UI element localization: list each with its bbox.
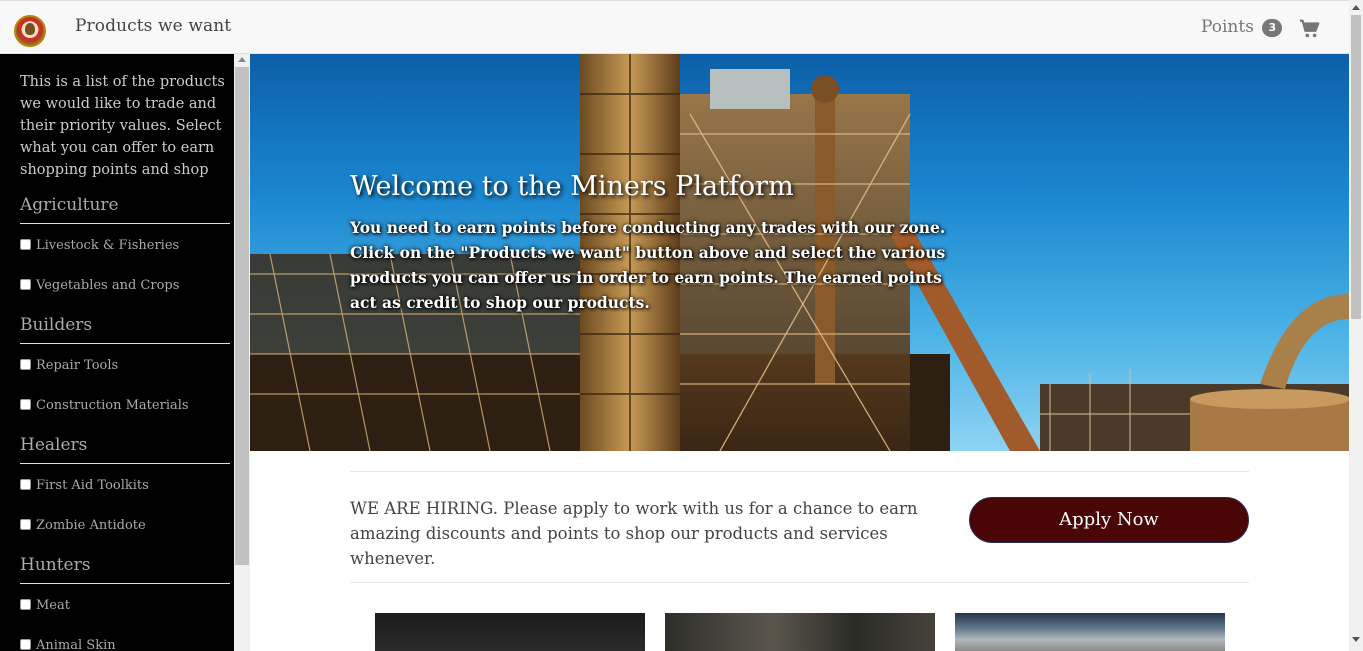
products-we-want-link[interactable]: Products we want	[75, 16, 231, 36]
option-repair-tools[interactable]: Repair Tools	[20, 358, 118, 373]
checkbox[interactable]	[20, 359, 31, 370]
option-meat[interactable]: Meat	[20, 598, 70, 613]
checkbox[interactable]	[20, 479, 31, 490]
hero-description: You need to earn points before conductin…	[350, 218, 946, 312]
divider-top	[350, 471, 1249, 472]
product-image-2[interactable]	[665, 613, 935, 651]
checkbox[interactable]	[20, 399, 31, 410]
sidebar-scrollbar[interactable]	[234, 54, 250, 651]
option-zombie-antidote[interactable]: Zombie Antidote	[20, 518, 146, 533]
divider-bottom	[350, 582, 1249, 583]
sidebar-scrollbar-thumb[interactable]	[235, 67, 249, 565]
hero-title: Welcome to the Miners Platform	[350, 171, 794, 202]
product-image-1[interactable]	[375, 613, 645, 651]
category-healers: Healers	[20, 435, 230, 464]
sidebar: This is a list of the products we would …	[0, 54, 234, 651]
miner-logo-icon[interactable]	[14, 15, 46, 47]
hero-banner: Welcome to the Miners Platform You need …	[250, 54, 1349, 451]
checkbox[interactable]	[20, 599, 31, 610]
option-animal-skin[interactable]: Animal Skin	[20, 638, 116, 651]
category-agriculture: Agriculture	[20, 195, 230, 224]
checkbox[interactable]	[20, 519, 31, 530]
sidebar-intro-text: This is a list of the products we would …	[20, 74, 225, 178]
product-image-3[interactable]	[955, 613, 1225, 651]
shopping-cart-icon[interactable]	[1299, 18, 1321, 40]
option-vegetables-crops[interactable]: Vegetables and Crops	[20, 278, 179, 293]
scroll-up-arrow-icon[interactable]	[238, 57, 246, 62]
scroll-up-arrow-icon[interactable]	[1352, 5, 1360, 10]
checkbox[interactable]	[20, 239, 31, 250]
category-builders: Builders	[20, 315, 230, 344]
points-badge: 3	[1262, 19, 1283, 37]
top-navbar: Products we want Points 3	[0, 0, 1349, 54]
checkbox[interactable]	[20, 639, 31, 650]
points-link[interactable]: Points 3	[1201, 17, 1283, 37]
option-livestock-fisheries[interactable]: Livestock & Fisheries	[20, 238, 179, 253]
page-scrollbar[interactable]	[1349, 0, 1363, 651]
apply-now-button[interactable]: Apply Now	[969, 497, 1249, 543]
page-scrollbar-thumb[interactable]	[1351, 15, 1361, 319]
hiring-text: WE ARE HIRING. Please apply to work with…	[350, 499, 918, 568]
checkbox[interactable]	[20, 279, 31, 290]
option-first-aid-toolkits[interactable]: First Aid Toolkits	[20, 478, 149, 493]
category-hunters: Hunters	[20, 555, 230, 584]
scroll-down-arrow-icon[interactable]	[1352, 637, 1360, 642]
option-construction-materials[interactable]: Construction Materials	[20, 398, 189, 413]
points-label: Points	[1201, 17, 1254, 37]
